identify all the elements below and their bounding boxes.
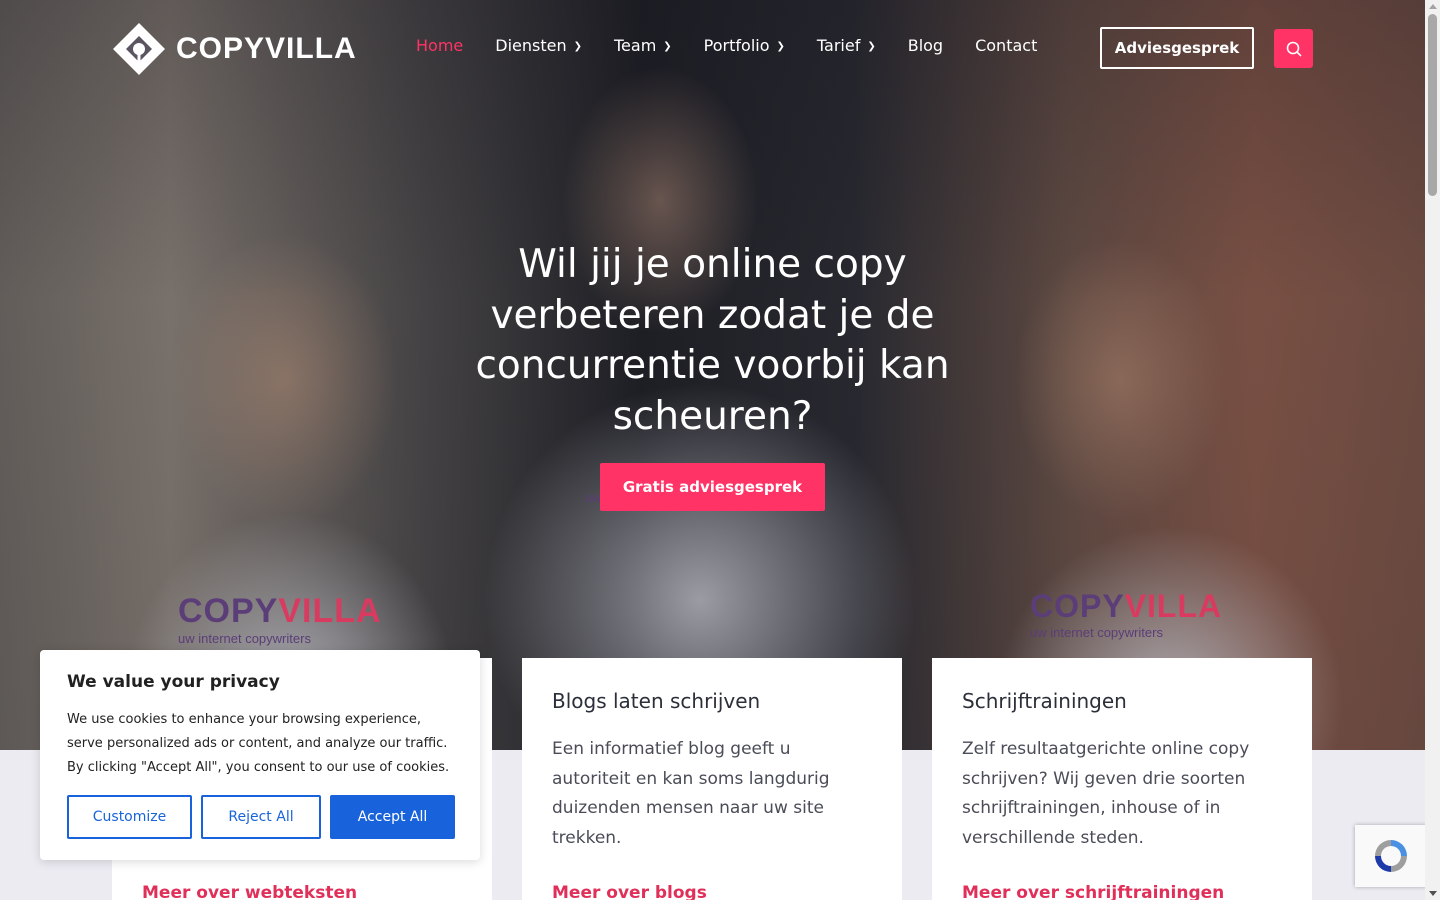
site-logo[interactable]: COPYVILLA (112, 22, 357, 76)
nav-label: Blog (907, 36, 944, 55)
scroll-down-icon[interactable] (1429, 891, 1437, 896)
gratis-adviesgesprek-button[interactable]: Gratis adviesgesprek (600, 463, 825, 511)
nav-item-portfolio[interactable]: Portfolio ❯ (704, 36, 785, 55)
scrollbar-thumb[interactable] (1428, 14, 1437, 196)
nav-label: Contact (975, 36, 1038, 55)
cookie-title: We value your privacy (67, 672, 280, 692)
cookie-consent-banner: We value your privacy We use cookies to … (40, 650, 480, 860)
card-link-schrijftrainingen[interactable]: Meer over schrijftrainingen (962, 883, 1224, 900)
shirt-logo-left: COPYVILLA uw internet copywriters (178, 592, 382, 646)
accept-all-button[interactable]: Accept All (330, 795, 455, 839)
card-link-webteksten[interactable]: Meer over webteksten (142, 883, 357, 900)
nav-item-contact[interactable]: Contact (975, 36, 1037, 55)
card-text: Een informatief blog geeft u autoriteit … (552, 739, 830, 848)
cookie-buttons: Customize Reject All Accept All (67, 795, 455, 839)
cookie-text: We use cookies to enhance your browsing … (67, 712, 450, 775)
chevron-down-icon: ❯ (663, 41, 672, 52)
logo-mark-icon (112, 22, 166, 76)
shirt-logo-right: COPYVILLA uw internet copywriters (1030, 588, 1223, 640)
service-card-schrijftrainingen: Schrijftrainingen Zelf resultaatgerichte… (932, 658, 1312, 900)
hero-title: Wil jij je online copy verbeteren zodat … (475, 242, 950, 439)
logo-text: COPYVILLA (176, 32, 357, 65)
nav-item-blog[interactable]: Blog (908, 36, 943, 55)
recaptcha-icon (1375, 840, 1407, 872)
card-title: Blogs laten schrijven (552, 689, 761, 713)
recaptcha-badge[interactable] (1355, 825, 1427, 887)
service-card-blogs: Blogs laten schrijven Een informatief bl… (522, 658, 902, 900)
nav-item-diensten[interactable]: Diensten ❯ (495, 36, 582, 55)
search-button[interactable] (1274, 29, 1313, 68)
nav-label: Tarief (816, 36, 861, 55)
card-link-blogs[interactable]: Meer over blogs (552, 883, 707, 900)
nav-item-team[interactable]: Team ❯ (614, 36, 672, 55)
customize-button[interactable]: Customize (67, 795, 192, 839)
nav-label: Team (613, 36, 657, 55)
chevron-down-icon: ❯ (776, 41, 785, 52)
chevron-down-icon: ❯ (573, 41, 582, 52)
adviesgesprek-button[interactable]: Adviesgesprek (1100, 27, 1254, 69)
nav-item-tarief[interactable]: Tarief ❯ (817, 36, 876, 55)
nav-label: Portfolio (703, 36, 770, 55)
search-icon (1286, 41, 1302, 57)
card-text: Zelf resultaatgerichte online copy schri… (962, 739, 1250, 848)
site-header: COPYVILLA Home Diensten ❯ Team ❯ Portfol… (0, 0, 1425, 96)
nav-label: Home (416, 36, 464, 55)
nav-item-home[interactable]: Home (416, 36, 463, 55)
chevron-down-icon: ❯ (867, 41, 876, 52)
main-nav: Home Diensten ❯ Team ❯ Portfolio ❯ Tarie… (416, 36, 1069, 55)
scroll-up-icon[interactable] (1429, 4, 1437, 9)
reject-all-button[interactable]: Reject All (201, 795, 321, 839)
card-title: Schrijftrainingen (962, 689, 1127, 713)
page-scrollbar[interactable] (1425, 0, 1440, 900)
nav-label: Diensten (495, 36, 567, 55)
